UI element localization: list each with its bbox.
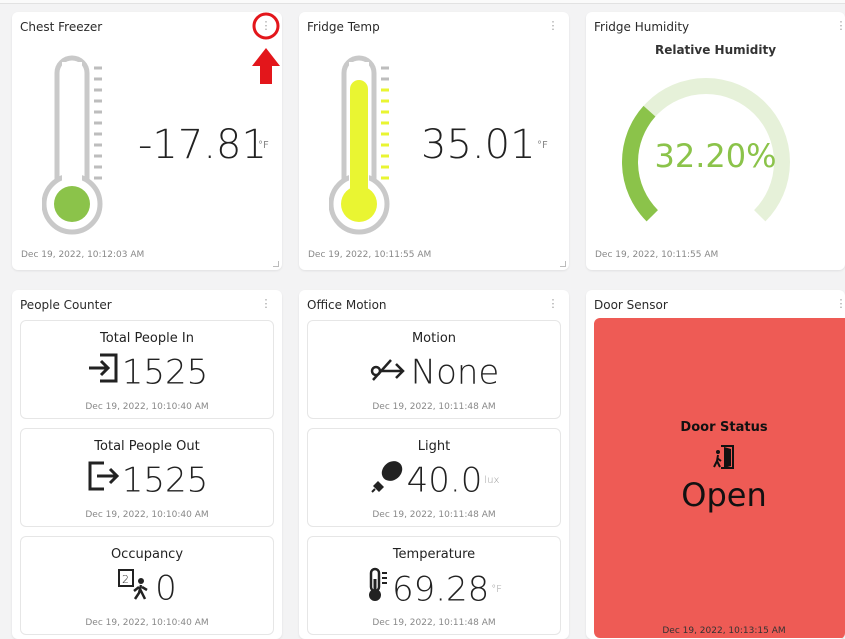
more-options-icon[interactable]: ⋮ (546, 18, 560, 34)
more-options-icon[interactable]: ⋮ (834, 18, 845, 34)
timestamp: Dec 19, 2022, 10:10:40 AM (85, 510, 209, 520)
thermometer-bulb (54, 186, 90, 222)
temperature-tile: Temperature 69.28 °F Dec 19, 2022, 10:11:… (307, 536, 561, 635)
tile-unit: °F (491, 584, 503, 595)
timestamp: Dec 19, 2022, 10:12:03 AM (21, 250, 145, 260)
annotation-arrow (252, 12, 280, 84)
timestamp: Dec 19, 2022, 10:11:55 AM (308, 250, 432, 260)
tile-label: Light (417, 439, 451, 454)
temperature-unit: °F (258, 140, 269, 151)
thermometer-bulb (341, 186, 377, 222)
total-people-in-tile: Total People In 1525 Dec 19, 2022, 10:10… (20, 320, 274, 419)
thermometer-icon (366, 567, 390, 612)
timestamp: Dec 19, 2022, 10:10:40 AM (85, 402, 209, 412)
temperature-value: -17.81 (138, 122, 267, 168)
door-status-value: Open (681, 476, 767, 514)
occupancy-tile: Occupancy 2 0 Dec 19, 2022, 10:10:40 AM (20, 536, 274, 635)
thermometer-fill (350, 80, 368, 204)
more-options-icon[interactable]: ⋮ (834, 296, 845, 312)
card-title: Door Sensor (594, 298, 668, 312)
tile-unit: lux (484, 475, 500, 486)
tile-label: Motion (411, 331, 457, 346)
tile-value: None (410, 352, 500, 393)
humidity-value: 32.20% (654, 137, 777, 175)
door-open-icon (713, 445, 734, 469)
tile-label: Temperature (392, 547, 476, 562)
tile-value-row: 69.28 °F (308, 567, 560, 612)
timestamp: Dec 19, 2022, 10:11:48 AM (372, 402, 496, 412)
office-motion-card: Office Motion ⋮ Motion None Dec 19, 2022… (299, 290, 569, 639)
timestamp: Dec 19, 2022, 10:11:48 AM (372, 618, 496, 628)
resize-handle[interactable] (273, 261, 279, 267)
top-border (0, 0, 845, 4)
tile-value: 1525 (121, 352, 209, 393)
chest-freezer-card: Chest Freezer ⋮ -17.81 °F Dec 19, 2022, … (12, 12, 282, 270)
tile-value-row: 1525 (21, 351, 273, 394)
timestamp: Dec 19, 2022, 10:13:15 AM (662, 626, 786, 636)
card-title: People Counter (20, 298, 112, 312)
tile-value: 40.0 (406, 460, 483, 501)
more-options-icon[interactable]: ⋮ (259, 296, 273, 312)
thermometer-gauge (42, 55, 103, 235)
occupancy-icon: 2 (117, 567, 153, 610)
light-tile: Light 40.0 lux Dec 19, 2022, 10:11:48 AM (307, 428, 561, 527)
svg-text:2: 2 (122, 573, 129, 586)
resize-handle[interactable] (560, 261, 566, 267)
logout-arrow-icon (86, 459, 120, 502)
people-counter-card: People Counter ⋮ Total People In 1525 De… (12, 290, 282, 639)
tile-value: 69.28 (391, 569, 490, 610)
card-title: Fridge Humidity (594, 20, 690, 34)
thermometer-gauge (329, 55, 390, 235)
tile-label: Total People In (100, 331, 194, 346)
fridge-temp-card: Fridge Temp ⋮ 35.01 °F Dec 19, 2022, 10:… (299, 12, 569, 270)
card-title: Fridge Temp (307, 20, 380, 34)
motion-off-icon (369, 353, 409, 393)
login-arrow-icon (86, 351, 120, 394)
timestamp: Dec 19, 2022, 10:10:40 AM (85, 618, 209, 628)
light-bulb-icon (369, 459, 405, 502)
tile-value-row: 1525 (21, 459, 273, 502)
door-sensor-card: Door Sensor ⋮ Door Status Open Dec 19, 2… (586, 290, 845, 639)
temperature-value: 35.01 (421, 122, 536, 168)
tile-label: Occupancy (110, 547, 184, 562)
tile-value: 1525 (121, 460, 209, 501)
total-people-out-tile: Total People Out 1525 Dec 19, 2022, 10:1… (20, 428, 274, 527)
door-status-label: Door Status (680, 420, 768, 435)
tile-value: 0 (155, 568, 177, 609)
more-options-icon[interactable]: ⋮ (546, 296, 560, 312)
gauge-label: Relative Humidity (654, 43, 777, 57)
temperature-unit: °F (537, 140, 548, 151)
timestamp: Dec 19, 2022, 10:11:55 AM (595, 250, 719, 260)
card-title: Office Motion (307, 298, 387, 312)
tile-label: Total People Out (94, 439, 200, 454)
tile-value-row: 2 0 (21, 567, 273, 610)
motion-tile: Motion None Dec 19, 2022, 10:11:48 AM (307, 320, 561, 419)
fridge-humidity-card: Fridge Humidity ⋮ Relative Humidity 32.2… (586, 12, 845, 270)
tile-value-row: 40.0 lux (308, 459, 560, 502)
timestamp: Dec 19, 2022, 10:11:48 AM (372, 510, 496, 520)
door-status-panel: Door Status Open Dec 19, 2022, 10:13:15 … (594, 318, 845, 638)
tile-value-row: None (308, 351, 560, 393)
card-title: Chest Freezer (20, 20, 103, 34)
